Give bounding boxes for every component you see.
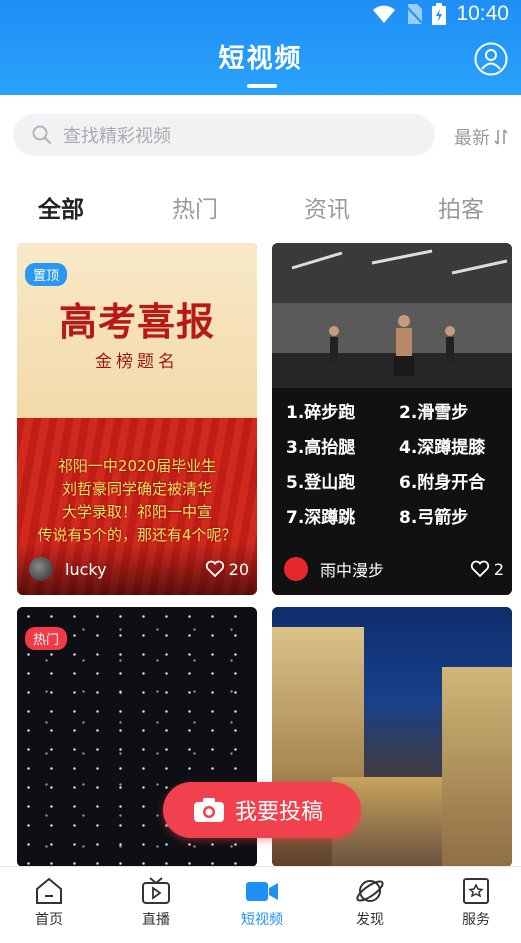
title-underline (247, 84, 277, 88)
poster-text: 祁阳一中2020届毕业生 刘哲豪同学确定被清华 大学录取！祁阳一中宣 传说有5个… (17, 455, 257, 547)
hot-badge: 热门 (25, 627, 68, 650)
tab-reporter[interactable]: 拍客 (438, 190, 484, 224)
exercise-item: 2.滑雪步 (399, 403, 469, 423)
battery-icon (432, 3, 447, 25)
video-thumbnail (272, 243, 512, 388)
pinned-badge: 置顶 (25, 263, 68, 286)
nav-service[interactable]: 服务 (436, 877, 516, 929)
nav-label: 短视频 (241, 912, 283, 928)
exercise-item: 5.登山跑 (286, 473, 356, 493)
exercise-item: 4.深蹲提膝 (399, 438, 486, 458)
video-card[interactable]: 1.碎步跑 2.滑雪步 3.高抬腿 4.深蹲提膝 5.登山跑 6.附身开合 7.… (272, 243, 512, 595)
tab-hot[interactable]: 热门 (172, 190, 218, 224)
exercise-item: 7.深蹲跳 (286, 508, 356, 528)
no-sim-icon (406, 4, 423, 24)
like-button[interactable]: 20 (205, 560, 249, 579)
home-icon (36, 877, 62, 904)
like-button[interactable]: 2 (470, 560, 504, 579)
exercise-item: 1.碎步跑 (286, 403, 356, 423)
camera-icon (194, 798, 224, 822)
nav-label: 发现 (356, 912, 384, 928)
exercise-item: 8.弓箭步 (399, 508, 469, 528)
heart-icon (470, 560, 489, 578)
video-card[interactable]: 高考喜报 金榜题名 祁阳一中2020届毕业生 刘哲豪同学确定被清华 大学录取！祁… (17, 243, 257, 595)
search-icon (32, 125, 51, 144)
gym-scene (272, 243, 512, 388)
nav-short-video[interactable]: 短视频 (222, 877, 302, 929)
exercise-item: 6.附身开合 (399, 473, 486, 493)
building-right (442, 667, 512, 867)
username: 雨中漫步 (320, 561, 385, 580)
tab-news[interactable]: 资讯 (304, 190, 350, 224)
tab-all[interactable]: 全部 (38, 190, 84, 224)
nav-home[interactable]: 首页 (9, 877, 89, 929)
status-time: 10:40 (456, 2, 509, 25)
nav-discover[interactable]: 发现 (330, 877, 410, 929)
tv-icon (142, 877, 170, 904)
planet-icon (356, 880, 384, 902)
poster-title: 高考喜报 (58, 299, 215, 344)
nav-label: 服务 (462, 912, 490, 928)
wifi-icon (373, 5, 396, 23)
sort-label: 最新 (454, 128, 490, 149)
avatar (284, 557, 308, 581)
nav-live[interactable]: 直播 (116, 877, 196, 929)
sort-icon (494, 129, 508, 145)
category-tabs: 全部 热门 资讯 拍客 (0, 190, 521, 226)
nav-label: 直播 (142, 912, 170, 928)
card-footer: 雨中漫步 2 (272, 543, 512, 595)
poster-subtitle: 金榜题名 (95, 352, 179, 372)
card-footer: lucky 20 (17, 543, 257, 595)
search-placeholder: 查找精彩视频 (63, 126, 171, 147)
heart-icon (205, 560, 224, 578)
sort-button[interactable]: 最新 (454, 124, 508, 150)
username: lucky (65, 559, 107, 579)
service-icon (463, 878, 489, 904)
submit-video-label: 我要投稿 (235, 800, 324, 825)
avatar (29, 557, 53, 581)
submit-video-button[interactable]: 我要投稿 (163, 782, 361, 838)
app-header: 10:40 短视频 (0, 0, 521, 95)
like-count: 2 (493, 559, 504, 579)
page-title: 短视频 (218, 44, 303, 74)
video-camera-icon (246, 882, 278, 901)
bottom-nav: 首页 直播 短视频 发现 服务 (0, 866, 521, 943)
poster-line: 大学录取！祁阳一中宣 (61, 503, 212, 521)
poster-line: 刘哲豪同学确定被清华 (61, 480, 212, 498)
nav-label: 首页 (35, 912, 63, 928)
status-bar: 10:40 (372, 2, 509, 25)
exercise-item: 3.高抬腿 (286, 438, 356, 458)
search-bar[interactable]: 查找精彩视频 (13, 114, 435, 156)
exercise-list: 1.碎步跑 2.滑雪步 3.高抬腿 4.深蹲提膝 5.登山跑 6.附身开合 7.… (286, 398, 506, 528)
like-count: 20 (228, 559, 249, 579)
user-profile-icon[interactable] (474, 42, 508, 76)
poster-line: 祁阳一中2020届毕业生 (57, 457, 217, 475)
